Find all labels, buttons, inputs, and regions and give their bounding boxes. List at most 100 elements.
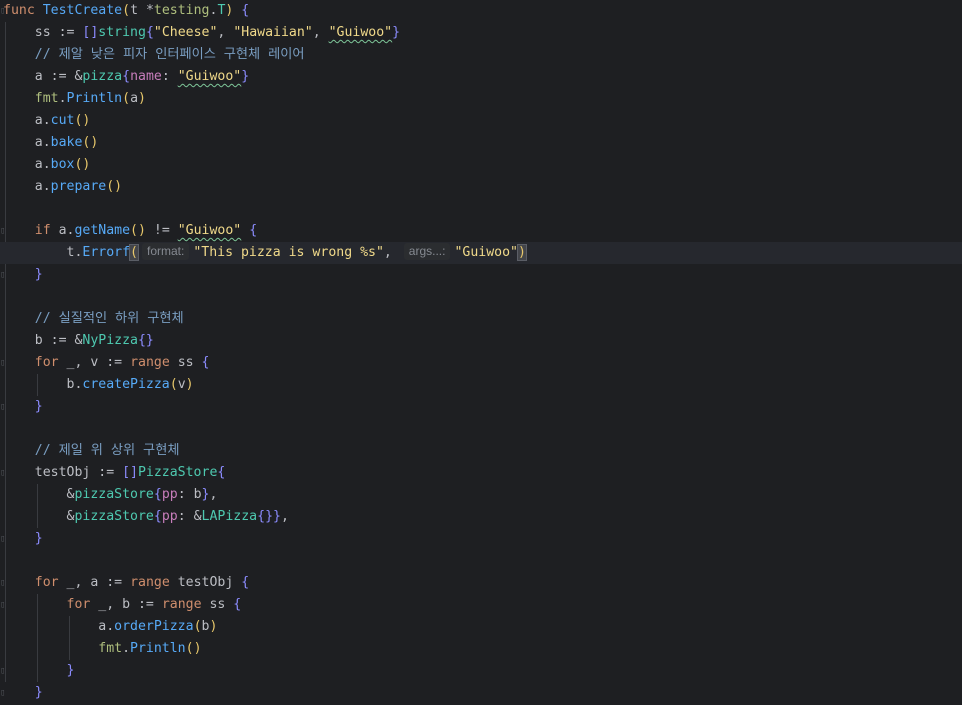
code-line[interactable]: ▯ for _, v := range ss { [0,352,962,374]
code-token: { [233,597,242,612]
code-token: () [130,223,146,238]
code-line[interactable]: b.createPizza(v) [0,374,962,396]
code-token: for [3,597,99,612]
code-line[interactable]: ss := []string{"Cheese", "Hawaiian", "Gu… [0,22,962,44]
code-token: "Guiwoo" [177,69,242,84]
code-line[interactable]: ▯ if a.getName() != "Guiwoo" { [0,220,962,242]
code-token: "Guiwoo" [454,245,519,260]
code-token: } [241,69,250,84]
code-token: pizzaStore [74,487,154,502]
code-line[interactable] [0,418,962,440]
code-line[interactable]: // 제일 위 상위 구현체 [0,440,962,462]
code-text: &pizzaStore{pp: b}, [3,484,218,506]
code-line[interactable]: a.box() [0,154,962,176]
code-token: () [82,135,99,150]
code-token: "Guiwoo" [328,25,393,40]
code-text: // 제일 위 상위 구현체 [3,440,180,462]
code-line[interactable]: a.prepare() [0,176,962,198]
code-token: [] [122,465,138,480]
code-token: , [217,25,234,40]
code-text: } [3,682,43,704]
code-token: a := & [3,69,83,84]
code-token: {} [137,333,154,348]
code-line[interactable]: &pizzaStore{pp: b}, [0,484,962,506]
code-token: TestCreate [42,3,123,18]
code-text: for _, b := range ss { [3,594,242,616]
code-token: // 실질적인 하위 구현체 [3,311,184,326]
code-line[interactable]: b := &NyPizza{} [0,330,962,352]
code-line[interactable]: ▯ testObj := []PizzaStore{ [0,462,962,484]
code-line[interactable]: // 실질적인 하위 구현체 [0,308,962,330]
code-token: ) [138,91,146,106]
code-token: & [3,509,75,524]
code-token: } [3,685,43,700]
code-line[interactable]: ▯ func TestCreate(t *testing.T) { [0,0,962,22]
code-line[interactable]: a.bake() [0,132,962,154]
code-token: , [383,245,400,260]
code-token: () [74,157,91,172]
code-line[interactable]: fmt.Println() [0,638,962,660]
code-line[interactable]: &pizzaStore{pp: &LAPizza{}}, [0,506,962,528]
code-token: Println [66,91,123,106]
code-text: // 제알 낮은 피자 인터페이스 구현체 레이어 [3,44,305,66]
code-line[interactable]: ▯ } [0,660,962,682]
code-token: t [130,3,146,18]
code-token: . [58,91,67,106]
code-text: b.createPizza(v) [3,374,194,396]
code-token: { [241,3,250,18]
code-line[interactable]: // 제알 낮은 피자 인터페이스 구현체 레이어 [0,44,962,66]
code-line[interactable]: t.Errorf(format: "This pizza is wrong %s"… [0,242,962,264]
code-token: NyPizza [82,333,138,348]
code-token: pp [161,487,178,502]
code-line[interactable]: ▯ } [0,396,962,418]
code-line[interactable]: ▯ } [0,682,962,704]
code-line[interactable]: a.orderPizza(b) [0,616,962,638]
code-token: Errorf [82,245,131,260]
code-token: { [217,465,226,480]
code-token: _, a := [66,575,131,590]
code-token: { [153,487,162,502]
code-line[interactable]: ▯ } [0,528,962,550]
code-text: } [3,528,43,550]
code-line[interactable]: ▯ for _, b := range ss { [0,594,962,616]
code-line[interactable] [0,550,962,572]
code-token: "Cheese" [153,25,218,40]
code-line[interactable]: fmt.Println(a) [0,88,962,110]
code-text: fmt.Println(a) [3,88,146,110]
code-token: ) [209,619,218,634]
code-text: testObj := []PizzaStore{ [3,462,226,484]
code-text: } [3,396,43,418]
code-token: { [145,25,154,40]
code-line[interactable]: a := &pizza{name: "Guiwoo"} [0,66,962,88]
code-token: a. [3,113,51,128]
code-token: { [122,69,131,84]
code-text: a.orderPizza(b) [3,616,217,638]
code-token: { [153,509,162,524]
parameter-hint: args...: [403,243,451,260]
code-token: : b [177,487,202,502]
code-token: box [50,157,75,172]
code-line[interactable] [0,198,962,220]
code-token: a. [58,223,75,238]
code-token: ) [185,377,194,392]
parameter-hint: format: [142,243,190,260]
code-line[interactable] [0,286,962,308]
code-token: testing [153,3,210,18]
code-text: if a.getName() != "Guiwoo" { [3,220,257,242]
code-line[interactable]: ▯ } [0,264,962,286]
code-token: a. [3,157,51,172]
code-token: } [392,25,401,40]
code-token: ) [517,244,527,261]
code-token: , [312,25,329,40]
code-token: v [177,377,186,392]
code-text: ss := []string{"Cheese", "Hawaiian", "Gu… [3,22,400,44]
code-token: } [201,487,210,502]
code-text: } [3,264,43,286]
code-text: b := &NyPizza{} [3,330,154,352]
code-editor[interactable]: ▯ func TestCreate(t *testing.T) { ss := [… [0,0,962,705]
code-line[interactable]: a.cut() [0,110,962,132]
code-token: "This pizza is wrong %s" [193,245,384,260]
code-line[interactable]: ▯ for _, a := range testObj { [0,572,962,594]
code-text: t.Errorf(format: "This pizza is wrong %s"… [3,242,527,264]
